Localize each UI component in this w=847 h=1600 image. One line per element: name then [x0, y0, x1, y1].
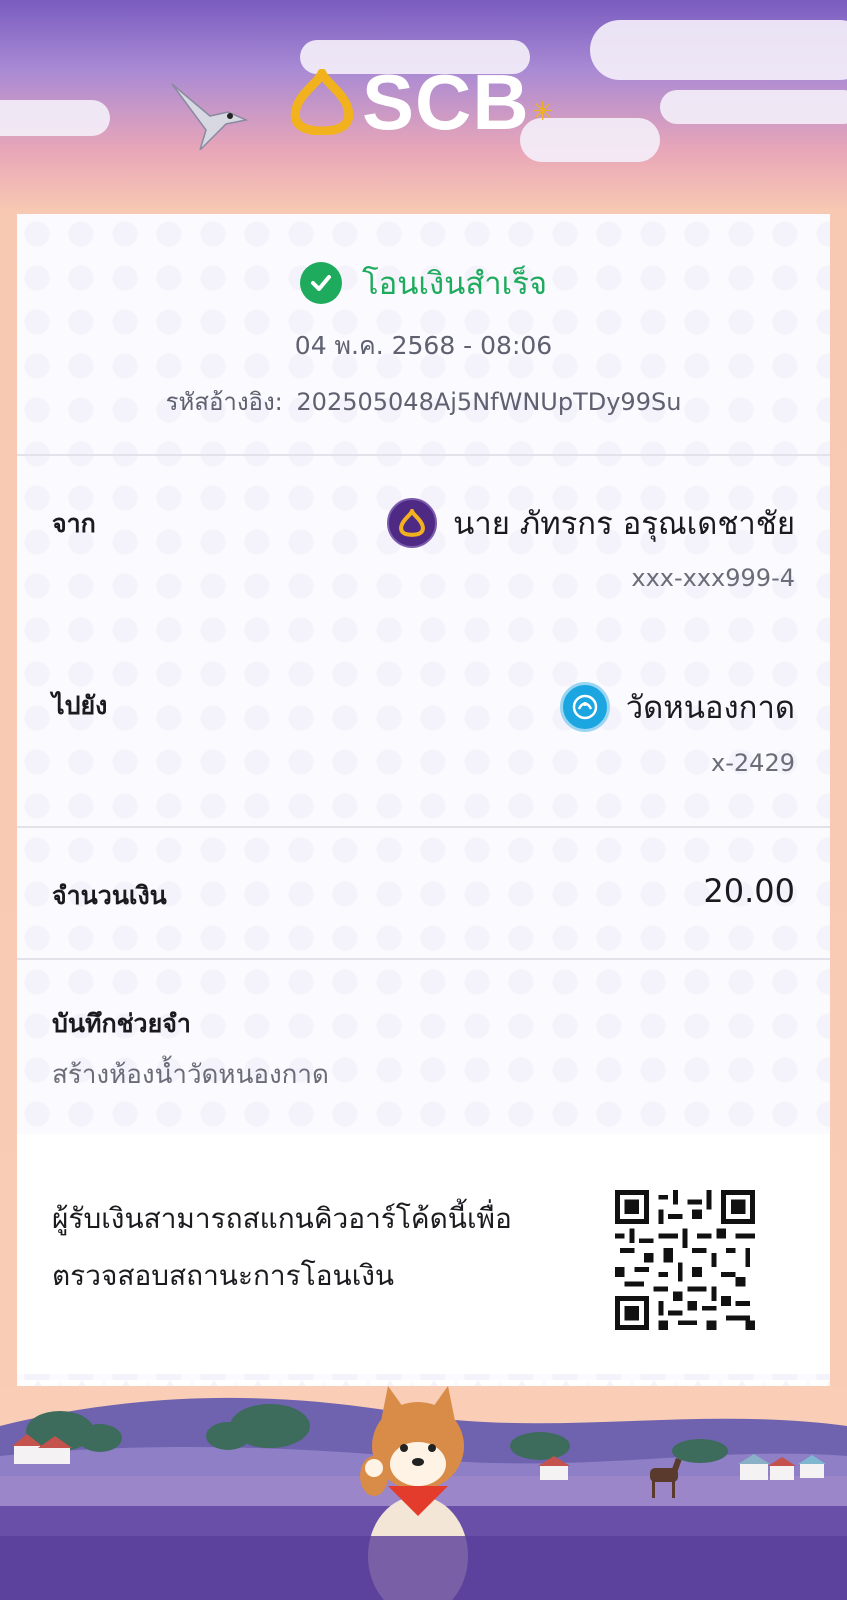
cloud-decoration [660, 90, 847, 124]
sparkle-icon: ✳ [531, 97, 554, 127]
status-row: โอนเงินสำเร็จ [17, 258, 830, 308]
divider [17, 454, 830, 456]
amount-value: 20.00 [703, 872, 795, 910]
scb-lotus-icon [290, 69, 354, 135]
transaction-date: 04 พ.ค. 2568 - 08:06 [294, 331, 553, 360]
cloud-decoration [0, 100, 110, 136]
ktb-bank-icon [559, 682, 610, 732]
to-name: วัดหนองกาด [625, 690, 795, 726]
qr-instruction: ผู้รับเงินสามารถสแกนคิวอาร์โค้ดนี้เพื่อต… [52, 1202, 512, 1292]
from-label: จาก [52, 509, 96, 538]
amount-label: จำนวนเงิน [52, 881, 167, 910]
qr-section: ผู้รับเงินสามารถสแกนคิวอาร์โค้ดนี้เพื่อต… [17, 1134, 830, 1374]
to-account-number: x-2429 [711, 749, 795, 777]
to-account-row: วัดหนองกาด [559, 682, 795, 732]
receipt-card: โอนเงินสำเร็จ 04 พ.ค. 2568 - 08:06 รหัสอ… [17, 214, 830, 1386]
footer-scenery [0, 1386, 847, 1600]
divider [17, 826, 830, 828]
memo-label: บันทึกช่วยจำ [52, 1009, 191, 1038]
success-check-icon [299, 262, 342, 304]
from-account-number: xxx-xxx999-4 [631, 564, 795, 592]
reference-value[interactable]: 202505048Aj5NfWNUpTDy99Su [296, 388, 681, 416]
reference-row: รหัสอ้างอิง: 202505048Aj5NfWNUpTDy99Su [17, 382, 830, 421]
to-label: ไปยัง [52, 691, 108, 720]
brand-name: SCB [362, 58, 530, 146]
bird-icon [171, 83, 249, 150]
cloud-decoration [590, 20, 847, 80]
reference-label: รหัสอ้างอิง: [165, 388, 283, 416]
scb-logo: SCB ✳ [290, 62, 553, 142]
scb-bank-icon [387, 498, 438, 548]
from-name: นาย ภัทรกร อรุณเดชาชัย [453, 506, 795, 542]
header-banner: SCB ✳ [0, 0, 847, 215]
divider [17, 958, 830, 960]
status-title: โอนเงินสำเร็จ [361, 266, 548, 302]
qr-code-icon[interactable] [615, 1190, 755, 1330]
from-account-row: นาย ภัทรกร อรุณเดชาชัย [387, 498, 795, 548]
memo-value: สร้างห้องน้ำวัดหนองกาด [52, 1060, 329, 1090]
